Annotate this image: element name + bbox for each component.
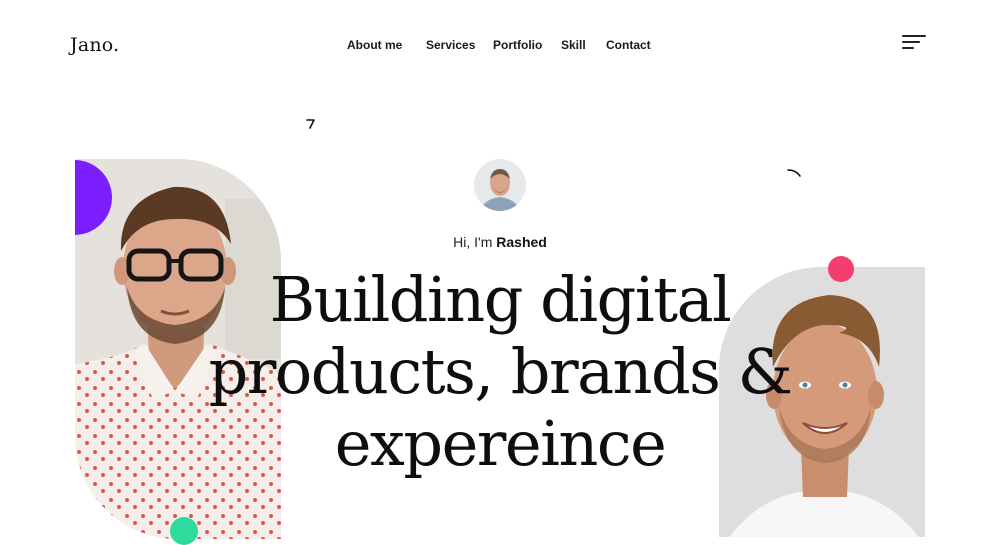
hero-greeting: Hi, I'm Rashed — [0, 234, 1000, 250]
headline-line: expereince — [334, 407, 667, 480]
avatar — [474, 159, 526, 211]
hamburger-menu-icon[interactable] — [902, 34, 926, 50]
decor-arc-icon — [787, 169, 801, 177]
hero-headline: Building digital products, brands & expe… — [200, 264, 800, 480]
menu-line — [902, 35, 926, 37]
decor-stroke-icon — [306, 119, 315, 129]
nav-item-contact[interactable]: Contact — [606, 38, 651, 52]
nav-item-about[interactable]: About me — [347, 38, 402, 52]
menu-line — [902, 47, 914, 49]
greeting-name: Rashed — [496, 234, 547, 250]
greeting-prefix: Hi, I'm — [453, 234, 497, 250]
avatar-portrait — [474, 159, 526, 211]
green-accent-circle — [170, 517, 198, 545]
nav-item-portfolio[interactable]: Portfolio — [493, 38, 542, 52]
nav-item-services[interactable]: Services — [426, 38, 475, 52]
headline-line: products, brands & — [208, 335, 793, 408]
main-nav: About me Services Portfolio Skill Contac… — [0, 38, 1000, 52]
menu-line — [902, 41, 920, 43]
pink-accent-circle — [828, 256, 854, 282]
headline-line: Building digital — [269, 263, 732, 336]
nav-item-skill[interactable]: Skill — [561, 38, 586, 52]
